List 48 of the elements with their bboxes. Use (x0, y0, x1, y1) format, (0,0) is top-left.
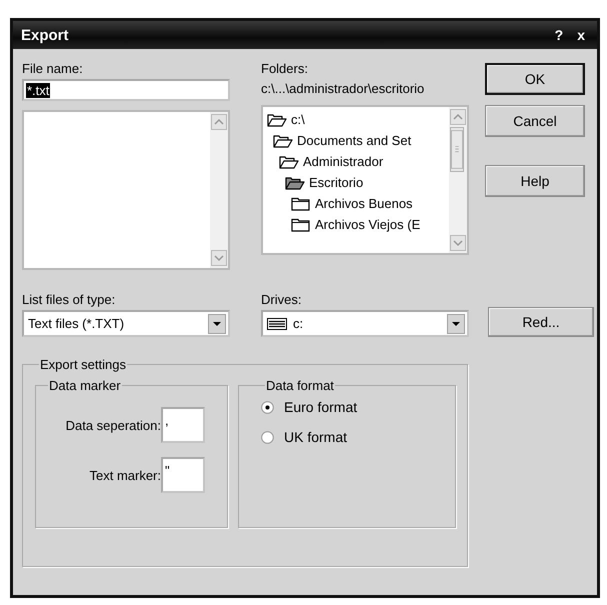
open-folder-icon (267, 112, 287, 126)
dialog-button[interactable]: OK (485, 63, 585, 95)
field-label: Text marker: (88, 468, 161, 482)
scroll-up-icon[interactable] (211, 114, 227, 130)
dialog-button[interactable]: Cancel (485, 105, 585, 137)
input-field[interactable]: " (161, 457, 205, 493)
scroll-down-icon[interactable] (450, 235, 466, 251)
group-title: Data format (265, 378, 335, 393)
file-list[interactable] (22, 110, 230, 270)
help-button[interactable]: ? (554, 27, 564, 43)
folder-tree[interactable]: c:\ Documents and Set Administrador Escritorio Archivos Buenos Archivos Viejos (E (261, 105, 469, 255)
window-title: Export (21, 26, 69, 44)
close-button[interactable]: x (577, 27, 585, 43)
scroll-down-icon[interactable] (211, 250, 227, 266)
group-title: Data marker (48, 378, 122, 393)
folder-name[interactable]: Archivos Buenos (315, 196, 413, 211)
folder-name[interactable]: Administrador (303, 154, 384, 169)
scrollbar[interactable] (210, 112, 228, 268)
field-label: Data seperation: (64, 418, 161, 432)
field-label: File name: (22, 60, 84, 78)
folder-icon (291, 196, 311, 210)
drive-name: c: (293, 316, 304, 331)
open-folder-icon (279, 154, 299, 168)
file-name-text: *.txt (26, 82, 50, 98)
file-name-field[interactable]: *.txt (22, 79, 230, 101)
scroll-thumb[interactable] (450, 127, 464, 172)
drive-dropdown[interactable]: c: (261, 310, 469, 337)
folder-name[interactable]: c:\ (291, 112, 305, 127)
file-type-dropdown[interactable]: Text files (*.TXT) (22, 310, 230, 337)
folder-name[interactable]: Documents and Set (297, 133, 412, 148)
drive-icon (267, 318, 287, 330)
folder-name[interactable]: Archivos Viejos (E (315, 217, 420, 232)
group-title: Export settings (39, 357, 127, 372)
folder-path: c:\...\administrador\escritorio (261, 80, 426, 98)
dialog-button[interactable]: Help (485, 165, 585, 197)
scroll-up-icon[interactable] (450, 109, 466, 125)
field-label: Folders: (261, 60, 309, 78)
scrollbar[interactable] (449, 107, 467, 253)
radio-option[interactable]: Euro format (261, 399, 455, 415)
network-button[interactable]: Red... (488, 307, 594, 337)
input-field[interactable]: , (161, 407, 205, 443)
folder-icon (291, 218, 311, 232)
folder-name[interactable]: Escritorio (309, 175, 364, 190)
open-folder-icon (285, 176, 305, 190)
open-folder-icon (273, 134, 293, 148)
field-label: Drives: (261, 291, 302, 309)
field-label: List files of type: (22, 291, 116, 309)
radio-option[interactable]: UK format (261, 429, 455, 445)
